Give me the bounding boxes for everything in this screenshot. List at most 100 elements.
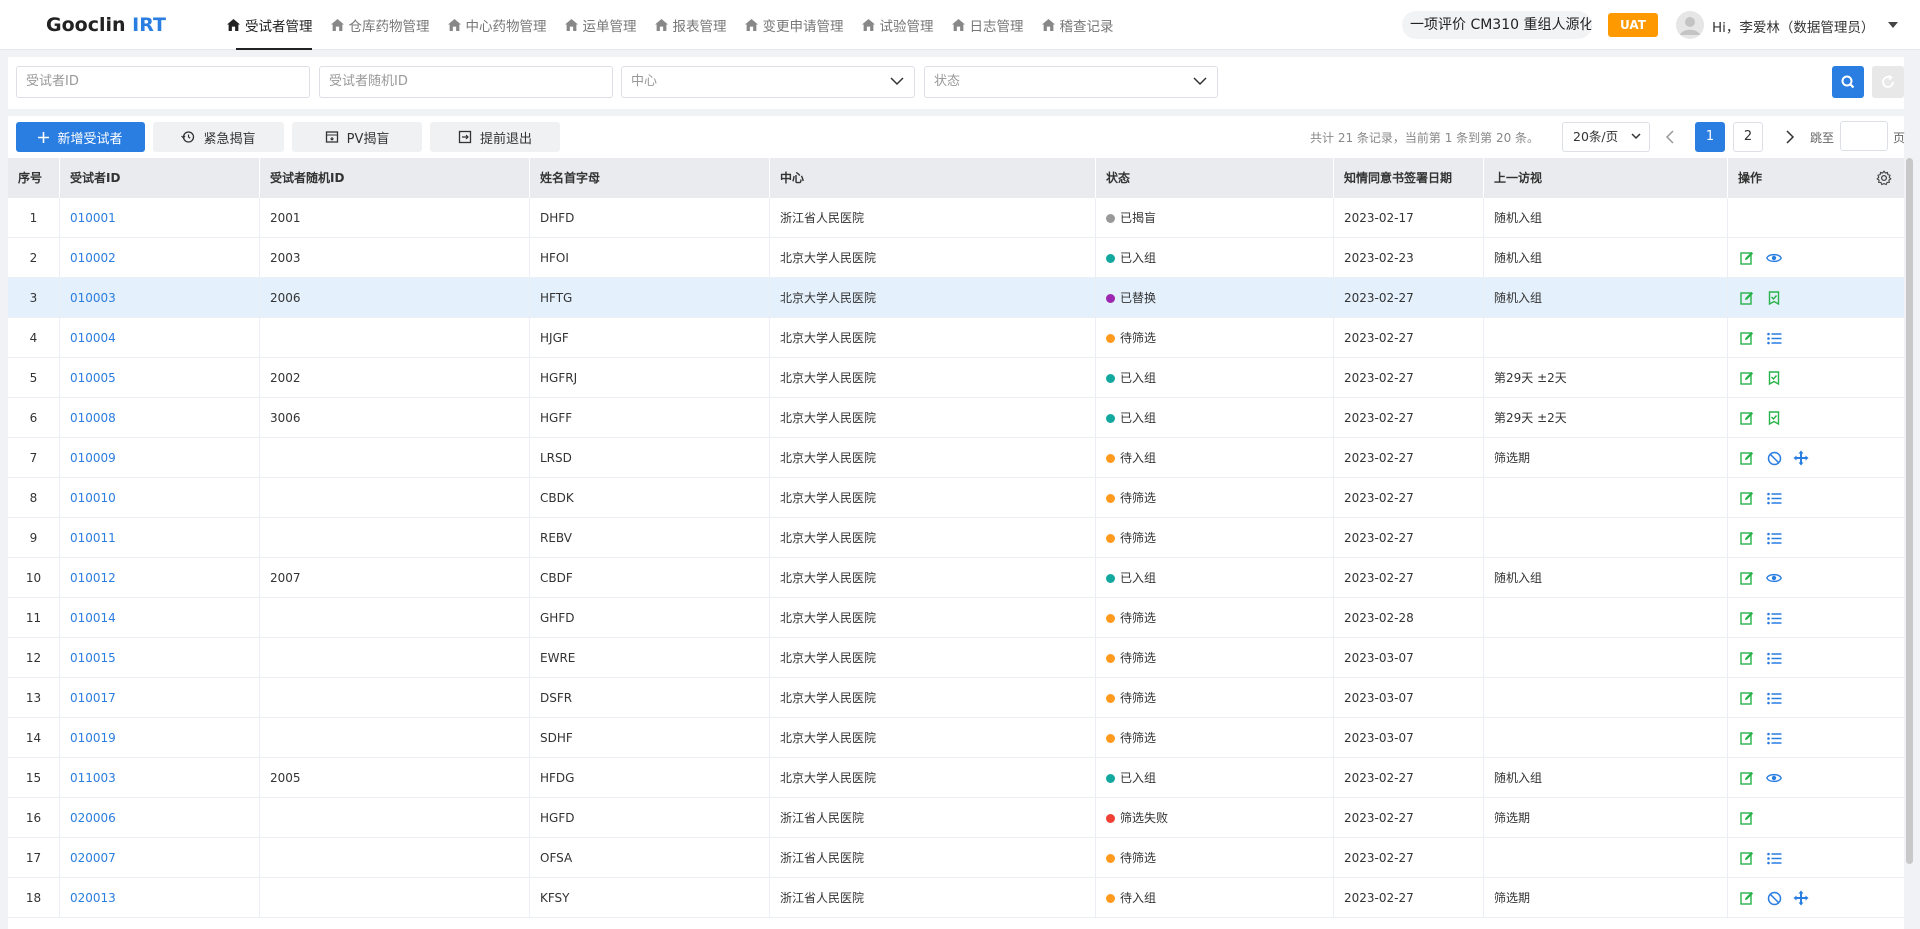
nav-shipment[interactable]: 运单管理 xyxy=(556,0,646,50)
table-row[interactable]: 4 010004 HJGF 北京大学人民医院 待筛选 2023-02-27 xyxy=(8,318,1904,358)
cell-subject-id-link[interactable]: 010011 xyxy=(60,518,260,558)
table-row[interactable]: 12 010015 EWRE 北京大学人民医院 待筛选 2023-03-07 xyxy=(8,638,1904,678)
table-row[interactable]: 6 010008 3006 HGFF 北京大学人民医院 已入组 2023-02-27 第29天… xyxy=(8,398,1904,438)
jump-page-input[interactable] xyxy=(1840,121,1888,151)
nav-warehouse-drug[interactable]: 仓库药物管理 xyxy=(322,0,439,50)
col-header-center[interactable]: 中心 xyxy=(770,158,1096,198)
user-menu[interactable]: Hi，李爱林（数据管理员） xyxy=(1712,16,1874,36)
col-header-subject-id[interactable]: 受试者ID xyxy=(60,158,260,198)
nav-trial[interactable]: 试验管理 xyxy=(853,0,943,50)
edit-icon[interactable] xyxy=(1738,729,1756,747)
chevron-right-icon[interactable] xyxy=(1782,129,1796,145)
cell-subject-id-link[interactable]: 010004 xyxy=(60,318,260,358)
table-row[interactable]: 16 020006 HGFD 浙江省人民医院 筛选失败 2023-02-27 筛选期 xyxy=(8,798,1904,838)
edit-icon[interactable] xyxy=(1738,569,1756,587)
app-logo[interactable]: Gooclin IRT xyxy=(46,14,166,36)
table-row[interactable]: 18 020013 KFSY 浙江省人民医院 待入组 2023-02-27 筛选期 xyxy=(8,878,1904,918)
edit-icon[interactable] xyxy=(1738,289,1756,307)
table-row[interactable]: 2 010002 2003 HFOI 北京大学人民医院 已入组 2023-02-23 随机入组 xyxy=(8,238,1904,278)
pv-unblind-button[interactable]: PV揭盲 xyxy=(292,122,422,152)
table-row[interactable]: 9 010011 REBV 北京大学人民医院 待筛选 2023-02-27 xyxy=(8,518,1904,558)
cell-subject-id-link[interactable]: 010009 xyxy=(60,438,260,478)
avatar[interactable] xyxy=(1676,11,1704,39)
gear-icon[interactable] xyxy=(1876,170,1892,186)
edit-icon[interactable] xyxy=(1738,329,1756,347)
edit-icon[interactable] xyxy=(1738,849,1756,867)
table-row[interactable]: 13 010017 DSFR 北京大学人民医院 待筛选 2023-03-07 xyxy=(8,678,1904,718)
edit-icon[interactable] xyxy=(1738,409,1756,427)
col-header-initials[interactable]: 姓名首字母 xyxy=(530,158,770,198)
nav-report[interactable]: 报表管理 xyxy=(646,0,736,50)
replace-icon[interactable] xyxy=(1765,289,1783,307)
list-icon[interactable] xyxy=(1765,849,1783,867)
chevron-left-icon[interactable] xyxy=(1664,129,1678,145)
edit-icon[interactable] xyxy=(1738,609,1756,627)
view-icon[interactable] xyxy=(1765,769,1783,787)
table-row[interactable]: 3 010003 2006 HFTG 北京大学人民医院 已替换 2023-02-27 随机入组 xyxy=(8,278,1904,318)
edit-icon[interactable] xyxy=(1738,889,1756,907)
nav-audit[interactable]: 稽查记录 xyxy=(1033,0,1123,50)
status-select[interactable]: 状态 xyxy=(924,66,1218,98)
replace-icon[interactable] xyxy=(1765,369,1783,387)
table-row[interactable]: 8 010010 CBDK 北京大学人民医院 待筛选 2023-02-27 xyxy=(8,478,1904,518)
edit-icon[interactable] xyxy=(1738,449,1756,467)
list-icon[interactable] xyxy=(1765,609,1783,627)
cell-subject-id-link[interactable]: 010010 xyxy=(60,478,260,518)
cell-subject-id-link[interactable]: 020013 xyxy=(60,878,260,918)
page-size-select[interactable]: 20条/页 xyxy=(1562,122,1650,152)
col-header-consent-date[interactable]: 知情同意书签署日期 xyxy=(1334,158,1484,198)
table-row[interactable]: 11 010014 GHFD 北京大学人民医院 待筛选 2023-02-28 xyxy=(8,598,1904,638)
nav-center-drug[interactable]: 中心药物管理 xyxy=(439,0,556,50)
table-row[interactable]: 10 010012 2007 CBDF 北京大学人民医院 已入组 2023-02-27 随机入… xyxy=(8,558,1904,598)
edit-icon[interactable] xyxy=(1738,529,1756,547)
edit-icon[interactable] xyxy=(1738,689,1756,707)
list-icon[interactable] xyxy=(1765,489,1783,507)
early-withdraw-button[interactable]: 提前退出 xyxy=(430,122,560,152)
trial-selector[interactable]: 一项评价 CM310 重组人源化 xyxy=(1402,11,1592,39)
caret-down-icon[interactable] xyxy=(1888,22,1898,28)
page-button-2[interactable]: 2 xyxy=(1733,122,1763,152)
table-row[interactable]: 5 010005 2002 HGFRJ 北京大学人民医院 已入组 2023-02-27 第29… xyxy=(8,358,1904,398)
col-header-status[interactable]: 状态 xyxy=(1096,158,1334,198)
table-row[interactable]: 7 010009 LRSD 北京大学人民医院 待入组 2023-02-27 筛选期 xyxy=(8,438,1904,478)
edit-icon[interactable] xyxy=(1738,369,1756,387)
edit-icon[interactable] xyxy=(1738,489,1756,507)
cell-subject-id-link[interactable]: 020007 xyxy=(60,838,260,878)
replace-icon[interactable] xyxy=(1765,409,1783,427)
table-row[interactable]: 17 020007 OFSA 浙江省人民医院 待筛选 2023-02-27 xyxy=(8,838,1904,878)
cell-subject-id-link[interactable]: 010001 xyxy=(60,198,260,238)
table-row[interactable]: 15 011003 2005 HFDG 北京大学人民医院 已入组 2023-02-27 随机入… xyxy=(8,758,1904,798)
edit-icon[interactable] xyxy=(1738,809,1756,827)
subject-id-input[interactable]: 受试者ID xyxy=(16,66,310,98)
table-row[interactable]: 1 010001 2001 DHFD 浙江省人民医院 已揭盲 2023-02-17 随机入组 xyxy=(8,198,1904,238)
cell-subject-id-link[interactable]: 010015 xyxy=(60,638,260,678)
vertical-scrollbar[interactable] xyxy=(1906,158,1913,864)
cell-subject-id-link[interactable]: 010002 xyxy=(60,238,260,278)
cell-subject-id-link[interactable]: 010014 xyxy=(60,598,260,638)
random-id-input[interactable]: 受试者随机ID xyxy=(319,66,613,98)
view-icon[interactable] xyxy=(1765,569,1783,587)
ban-icon[interactable] xyxy=(1765,449,1783,467)
edit-icon[interactable] xyxy=(1738,249,1756,267)
view-icon[interactable] xyxy=(1765,249,1783,267)
col-header-random-id[interactable]: 受试者随机ID xyxy=(260,158,530,198)
cell-subject-id-link[interactable]: 010017 xyxy=(60,678,260,718)
page-button-1[interactable]: 1 xyxy=(1695,122,1725,152)
list-icon[interactable] xyxy=(1765,729,1783,747)
list-icon[interactable] xyxy=(1765,329,1783,347)
center-select[interactable]: 中心 xyxy=(621,66,915,98)
edit-icon[interactable] xyxy=(1738,769,1756,787)
move-icon[interactable] xyxy=(1792,889,1810,907)
list-icon[interactable] xyxy=(1765,649,1783,667)
cell-subject-id-link[interactable]: 010012 xyxy=(60,558,260,598)
cell-subject-id-link[interactable]: 010005 xyxy=(60,358,260,398)
list-icon[interactable] xyxy=(1765,529,1783,547)
nav-subject-management[interactable]: 受试者管理 xyxy=(218,0,322,50)
move-icon[interactable] xyxy=(1792,449,1810,467)
nav-change-request[interactable]: 变更申请管理 xyxy=(736,0,853,50)
cell-subject-id-link[interactable]: 011003 xyxy=(60,758,260,798)
add-subject-button[interactable]: 新增受试者 xyxy=(16,122,145,152)
edit-icon[interactable] xyxy=(1738,649,1756,667)
cell-subject-id-link[interactable]: 010008 xyxy=(60,398,260,438)
search-button[interactable] xyxy=(1832,66,1864,98)
